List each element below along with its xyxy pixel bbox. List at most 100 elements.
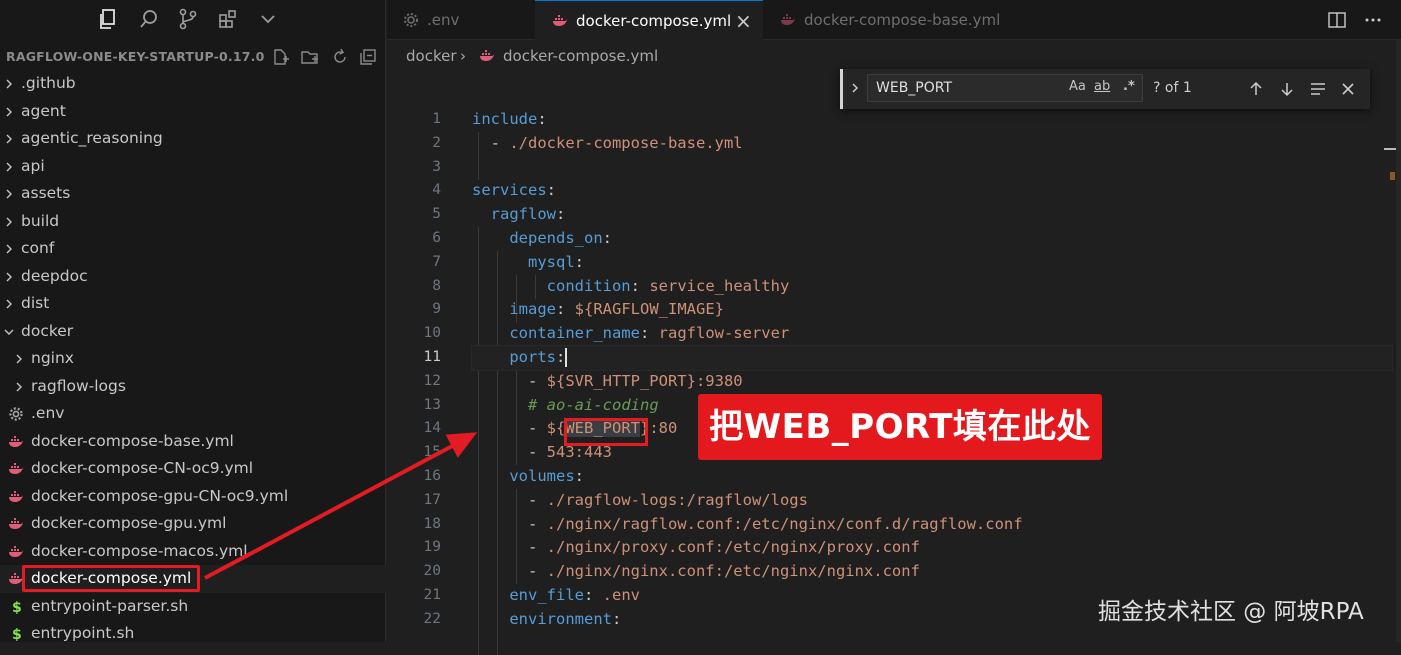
tree-folder[interactable]: agent bbox=[0, 98, 386, 126]
code-token: : bbox=[639, 324, 659, 343]
match-case-option[interactable]: Aa bbox=[1069, 79, 1086, 94]
tab-env[interactable]: .env bbox=[387, 0, 535, 40]
tree-folder[interactable]: build bbox=[0, 208, 386, 236]
tree-file[interactable]: $ entrypoint.sh bbox=[0, 620, 386, 648]
code-line[interactable]: include: bbox=[472, 108, 1392, 132]
code-line[interactable]: ports: bbox=[471, 344, 1393, 371]
tree-folder[interactable]: docker bbox=[0, 318, 386, 346]
breadcrumb-separator: › bbox=[460, 47, 466, 65]
tree-folder[interactable]: deepdoc bbox=[0, 263, 386, 291]
tree-file[interactable]: docker-compose-macos.yml bbox=[0, 538, 386, 566]
tree-folder[interactable]: api bbox=[0, 153, 386, 181]
code-line[interactable]: container_name: ragflow-server bbox=[472, 322, 1392, 346]
arrow-up-icon[interactable] bbox=[1246, 79, 1266, 99]
docker-icon bbox=[9, 463, 23, 474]
code-line[interactable]: - ./docker-compose-base.yml bbox=[472, 132, 1392, 156]
docker-icon bbox=[553, 15, 567, 26]
tree-file[interactable]: docker-compose-base.yml bbox=[0, 428, 386, 456]
tree-folder[interactable]: nginx bbox=[0, 345, 386, 373]
code-line[interactable]: depends_on: bbox=[472, 227, 1392, 251]
code-token: - bbox=[472, 562, 547, 581]
tree-folder[interactable]: agentic_reasoning bbox=[0, 125, 386, 153]
code-token: : bbox=[602, 228, 612, 247]
toggle-replace-chevron-icon[interactable] bbox=[848, 81, 862, 95]
tree-item-label: nginx bbox=[31, 349, 74, 367]
tree-folder[interactable]: dist bbox=[0, 290, 386, 318]
code-token: ${RAGFLOW_IMAGE} bbox=[574, 300, 724, 319]
chevron-down-icon[interactable] bbox=[256, 7, 280, 31]
tree-file[interactable]: docker-compose-gpu.yml bbox=[0, 510, 386, 538]
refresh-icon[interactable] bbox=[330, 47, 350, 67]
tree-file[interactable]: docker-compose-gpu-CN-oc9.yml bbox=[0, 483, 386, 511]
chevron-right-icon bbox=[16, 354, 22, 364]
new-folder-icon[interactable] bbox=[300, 47, 320, 67]
code-token: .env bbox=[602, 585, 640, 604]
line-number: 15 bbox=[423, 444, 441, 461]
line-number: 10 bbox=[423, 325, 441, 342]
close-icon[interactable] bbox=[1338, 79, 1358, 99]
line-number: 16 bbox=[423, 467, 441, 484]
close-icon[interactable]: × bbox=[735, 1, 752, 33]
code-token: ./nginx/nginx.conf:/etc/nginx/nginx.conf bbox=[546, 562, 920, 581]
breadcrumb-folder[interactable]: docker bbox=[406, 44, 457, 68]
watermark: 掘金技术社区 @ 阿坡RPA bbox=[1098, 599, 1364, 625]
code-line[interactable]: services: bbox=[472, 179, 1392, 203]
search-icon[interactable] bbox=[137, 7, 161, 31]
code-line[interactable]: condition: service_healthy bbox=[472, 275, 1392, 299]
code-token: : bbox=[556, 347, 566, 366]
tree-file[interactable]: docker-compose-CN-oc9.yml bbox=[0, 455, 386, 483]
code-line[interactable]: volumes: bbox=[472, 465, 1392, 489]
breadcrumb-file[interactable]: docker-compose.yml bbox=[503, 44, 658, 68]
tree-folder[interactable]: conf bbox=[0, 235, 386, 263]
code-line[interactable]: mysql: bbox=[472, 251, 1392, 275]
tab-docker-compose-base[interactable]: docker-compose-base.yml bbox=[763, 0, 1015, 40]
docker-icon bbox=[9, 545, 23, 557]
source-control-icon[interactable] bbox=[176, 7, 200, 31]
code-line[interactable]: ragflow: bbox=[472, 203, 1392, 227]
line-number: 19 bbox=[423, 539, 441, 556]
tree-item-label: docker bbox=[21, 321, 74, 340]
editor-scrollbar[interactable] bbox=[1396, 40, 1401, 642]
regex-option[interactable]: .* bbox=[1123, 79, 1135, 94]
code-line[interactable]: - ${SVR_HTTP_PORT}:9380 bbox=[472, 370, 1392, 394]
code-line[interactable]: - ./nginx/ragflow.conf:/etc/nginx/conf.d… bbox=[472, 513, 1392, 537]
new-file-icon[interactable] bbox=[270, 47, 290, 67]
tree-folder[interactable]: .github bbox=[0, 70, 386, 98]
match-whole-word-option[interactable]: ab bbox=[1094, 79, 1110, 94]
code-line[interactable]: - ./ragflow-logs:/ragflow/logs bbox=[472, 489, 1392, 513]
tree-folder[interactable]: assets bbox=[0, 180, 386, 208]
code-token: : bbox=[546, 181, 556, 200]
code-token: mysql bbox=[528, 252, 575, 271]
tree-item-label: deepdoc bbox=[21, 266, 88, 285]
code-editor[interactable]: include: - ./docker-compose-base.yml serv… bbox=[471, 108, 1393, 655]
code-line[interactable] bbox=[472, 156, 1392, 180]
tree-folder[interactable]: ragflow-logs bbox=[0, 373, 386, 401]
code-line[interactable]: image: ${RAGFLOW_IMAGE} bbox=[472, 298, 1392, 322]
find-in-selection-icon[interactable] bbox=[1308, 79, 1328, 99]
more-actions-icon[interactable] bbox=[1363, 10, 1383, 30]
line-number: 1 bbox=[432, 111, 441, 127]
tree-file[interactable]: .env bbox=[0, 400, 386, 428]
tree-item-label: assets bbox=[21, 184, 71, 202]
line-number: 20 bbox=[423, 563, 441, 580]
arrow-down-icon[interactable] bbox=[1277, 79, 1297, 99]
tab-label: docker-compose-base.yml bbox=[804, 11, 1001, 29]
gear-icon bbox=[9, 407, 23, 421]
explorer-icon[interactable] bbox=[96, 7, 120, 31]
collapse-all-icon[interactable] bbox=[358, 47, 378, 67]
line-number: 5 bbox=[432, 206, 441, 223]
sidebar: RAGFLOW-ONE-KEY-STARTUP-0.17.0 .github ag… bbox=[0, 0, 386, 642]
dollar-shell-icon: $ bbox=[12, 627, 22, 642]
find-match-count: ? of 1 bbox=[1153, 80, 1192, 96]
split-editor-icon[interactable] bbox=[1327, 10, 1347, 30]
tree-file[interactable]: $ entrypoint-parser.sh bbox=[0, 593, 386, 621]
code-line[interactable]: - ./nginx/proxy.conf:/etc/nginx/proxy.co… bbox=[472, 536, 1392, 560]
tab-docker-compose[interactable]: docker-compose.yml × bbox=[535, 0, 763, 40]
code-token: - bbox=[472, 443, 547, 462]
extensions-icon[interactable] bbox=[216, 7, 240, 31]
code-line[interactable]: - ./nginx/nginx.conf:/etc/nginx/nginx.co… bbox=[472, 560, 1392, 584]
